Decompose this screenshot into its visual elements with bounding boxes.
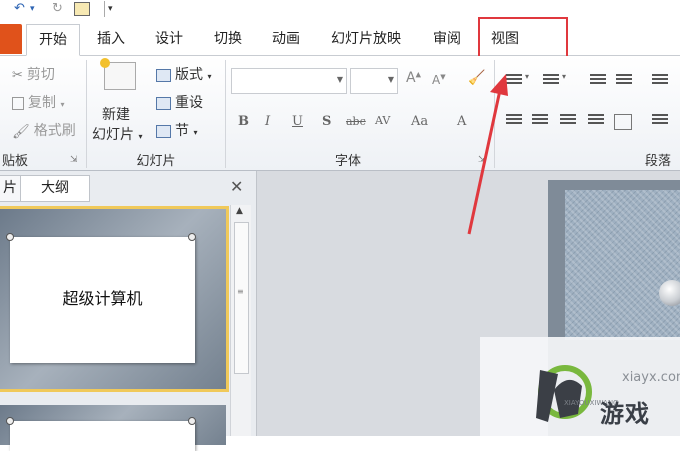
bullets-dropdown-icon[interactable]: ▾ (525, 72, 529, 81)
save-icon[interactable] (74, 2, 90, 16)
close-icon[interactable]: ✕ (230, 177, 243, 196)
format-painter-label: 格式刷 (33, 123, 76, 139)
redo-icon[interactable]: ↻ (52, 1, 63, 17)
slide-card (10, 421, 195, 451)
tab-review[interactable]: 审阅 (420, 28, 474, 54)
change-case-button[interactable]: Aa (411, 114, 428, 129)
new-slide-button[interactable]: 幻灯片 ▾ (92, 124, 142, 144)
clipboard-dialog-launcher-icon[interactable]: ⇲ (70, 155, 78, 165)
slides-panel: 片 大纲 ✕ 超级计算机 (0, 171, 257, 451)
tab-insert[interactable]: 插入 (86, 28, 136, 54)
customize-qat-icon[interactable]: ▾ (104, 1, 113, 17)
underline-button[interactable]: U (292, 114, 303, 129)
grip-icon: ≡ (237, 287, 244, 296)
grow-font-icon[interactable]: A▲ (406, 70, 421, 86)
pin-icon (188, 417, 196, 425)
clear-formatting-icon[interactable]: 🧹 (468, 70, 485, 86)
pin-icon (659, 280, 680, 306)
align-left-icon[interactable] (506, 114, 522, 126)
font-name-combo[interactable]: ▼ (231, 68, 347, 94)
columns-icon[interactable] (652, 114, 668, 126)
slides-group-label: 幻灯片 (136, 154, 176, 169)
tab-slideshow[interactable]: 幻灯片放映 (320, 28, 412, 54)
brush-icon: 🖌 (12, 124, 30, 140)
scissors-icon: ✂ (12, 68, 23, 83)
shrink-font-icon[interactable]: A▼ (432, 73, 446, 87)
reset-icon (156, 96, 171, 110)
slide-card: 超级计算机 (10, 237, 195, 363)
font-color-button[interactable]: A (457, 114, 466, 129)
section-dropdown-icon: ▾ (193, 128, 198, 137)
section-button[interactable]: 节 ▾ (156, 120, 197, 140)
tab-design[interactable]: 设计 (144, 28, 194, 54)
reset-button[interactable]: 重设 (156, 92, 203, 112)
bullets-icon[interactable] (506, 74, 522, 86)
align-right-icon[interactable] (560, 114, 576, 126)
new-slide-label: 幻灯片 (92, 127, 134, 143)
pin-icon (188, 233, 196, 241)
font-group-label: 字体 (334, 154, 361, 169)
cut-button[interactable]: ✂ 剪切 (12, 64, 55, 84)
character-spacing-button[interactable]: AV (375, 114, 390, 127)
font-size-combo[interactable]: ▼ (350, 68, 398, 94)
decrease-indent-icon[interactable] (590, 74, 606, 86)
section-label: 节 (175, 123, 189, 139)
pin-icon (6, 417, 14, 425)
format-painter-button[interactable]: 🖌 格式刷 (12, 120, 76, 140)
layout-dropdown-icon: ▾ (207, 72, 212, 81)
slide-background-texture (565, 190, 680, 340)
pin-icon (6, 233, 14, 241)
paragraph-group-label: 段落 (644, 154, 671, 169)
tab-slides[interactable]: 片 (0, 175, 21, 202)
italic-button[interactable]: I (265, 114, 270, 129)
slide-thumbnail-1[interactable]: 超级计算机 (0, 206, 229, 392)
ribbon: ✂ 剪切 复制 ▾ 🖌 格式刷 贴板 ⇲ 新建 幻灯片 ▾ 版式 ▾ 重设 节 ▾ … (0, 56, 680, 171)
scroll-thumb[interactable]: ≡ (234, 222, 249, 374)
tab-outline[interactable]: 大纲 (20, 175, 90, 202)
quick-access-toolbar: ↶ ▾ ↻ ▾ (0, 0, 680, 19)
new-slide-dropdown-icon: ▾ (138, 132, 143, 141)
layout-label: 版式 (175, 67, 203, 83)
section-icon (156, 124, 171, 138)
undo-dropdown-icon[interactable]: ▾ (30, 1, 35, 17)
new-slide-button-line1[interactable]: 新建 (102, 104, 130, 124)
cut-label: 剪切 (26, 67, 55, 83)
undo-icon[interactable]: ↶ (14, 1, 25, 17)
copy-dropdown-icon: ▾ (60, 100, 65, 109)
strikethrough-button[interactable]: abc (346, 115, 366, 128)
clipboard-group-label: 贴板 (1, 154, 28, 169)
copy-icon (12, 96, 24, 110)
numbering-dropdown-icon[interactable]: ▾ (562, 72, 566, 81)
layout-button[interactable]: 版式 ▾ (156, 64, 211, 84)
watermark-text: 游戏 (600, 400, 650, 428)
file-tab[interactable] (0, 24, 22, 54)
scroll-up-icon[interactable]: ▲ (236, 206, 243, 216)
justify-icon[interactable] (588, 114, 604, 126)
tab-home[interactable]: 开始 (26, 24, 80, 56)
shadow-button[interactable]: S (322, 114, 331, 129)
layout-icon (156, 68, 171, 82)
font-name-dropdown-icon: ▼ (336, 75, 343, 84)
copy-button[interactable]: 复制 ▾ (12, 92, 64, 112)
new-slide-icon[interactable] (100, 58, 136, 90)
panel-scrollbar[interactable]: ▲ ≡ (230, 205, 251, 436)
line-spacing-icon[interactable] (652, 74, 668, 86)
ribbon-tabs: 开始 插入 设计 切换 动画 幻灯片放映 审阅 视图 (0, 19, 680, 56)
slide-thumbnail-2[interactable] (0, 405, 226, 451)
bold-button[interactable]: B (238, 114, 249, 129)
font-size-dropdown-icon: ▼ (387, 75, 394, 84)
reset-label: 重设 (175, 95, 203, 111)
slide-title: 超级计算机 (62, 289, 143, 308)
font-dialog-launcher-icon[interactable]: ⇲ (478, 155, 486, 165)
distributed-icon[interactable] (614, 114, 632, 130)
copy-label: 复制 (28, 95, 56, 111)
increase-indent-icon[interactable] (616, 74, 632, 86)
tab-animations[interactable]: 动画 (261, 28, 311, 54)
align-center-icon[interactable] (532, 114, 548, 126)
tab-transitions[interactable]: 切换 (203, 28, 253, 54)
watermark-url: xiayx.com (622, 370, 680, 385)
numbering-icon[interactable] (543, 74, 559, 86)
